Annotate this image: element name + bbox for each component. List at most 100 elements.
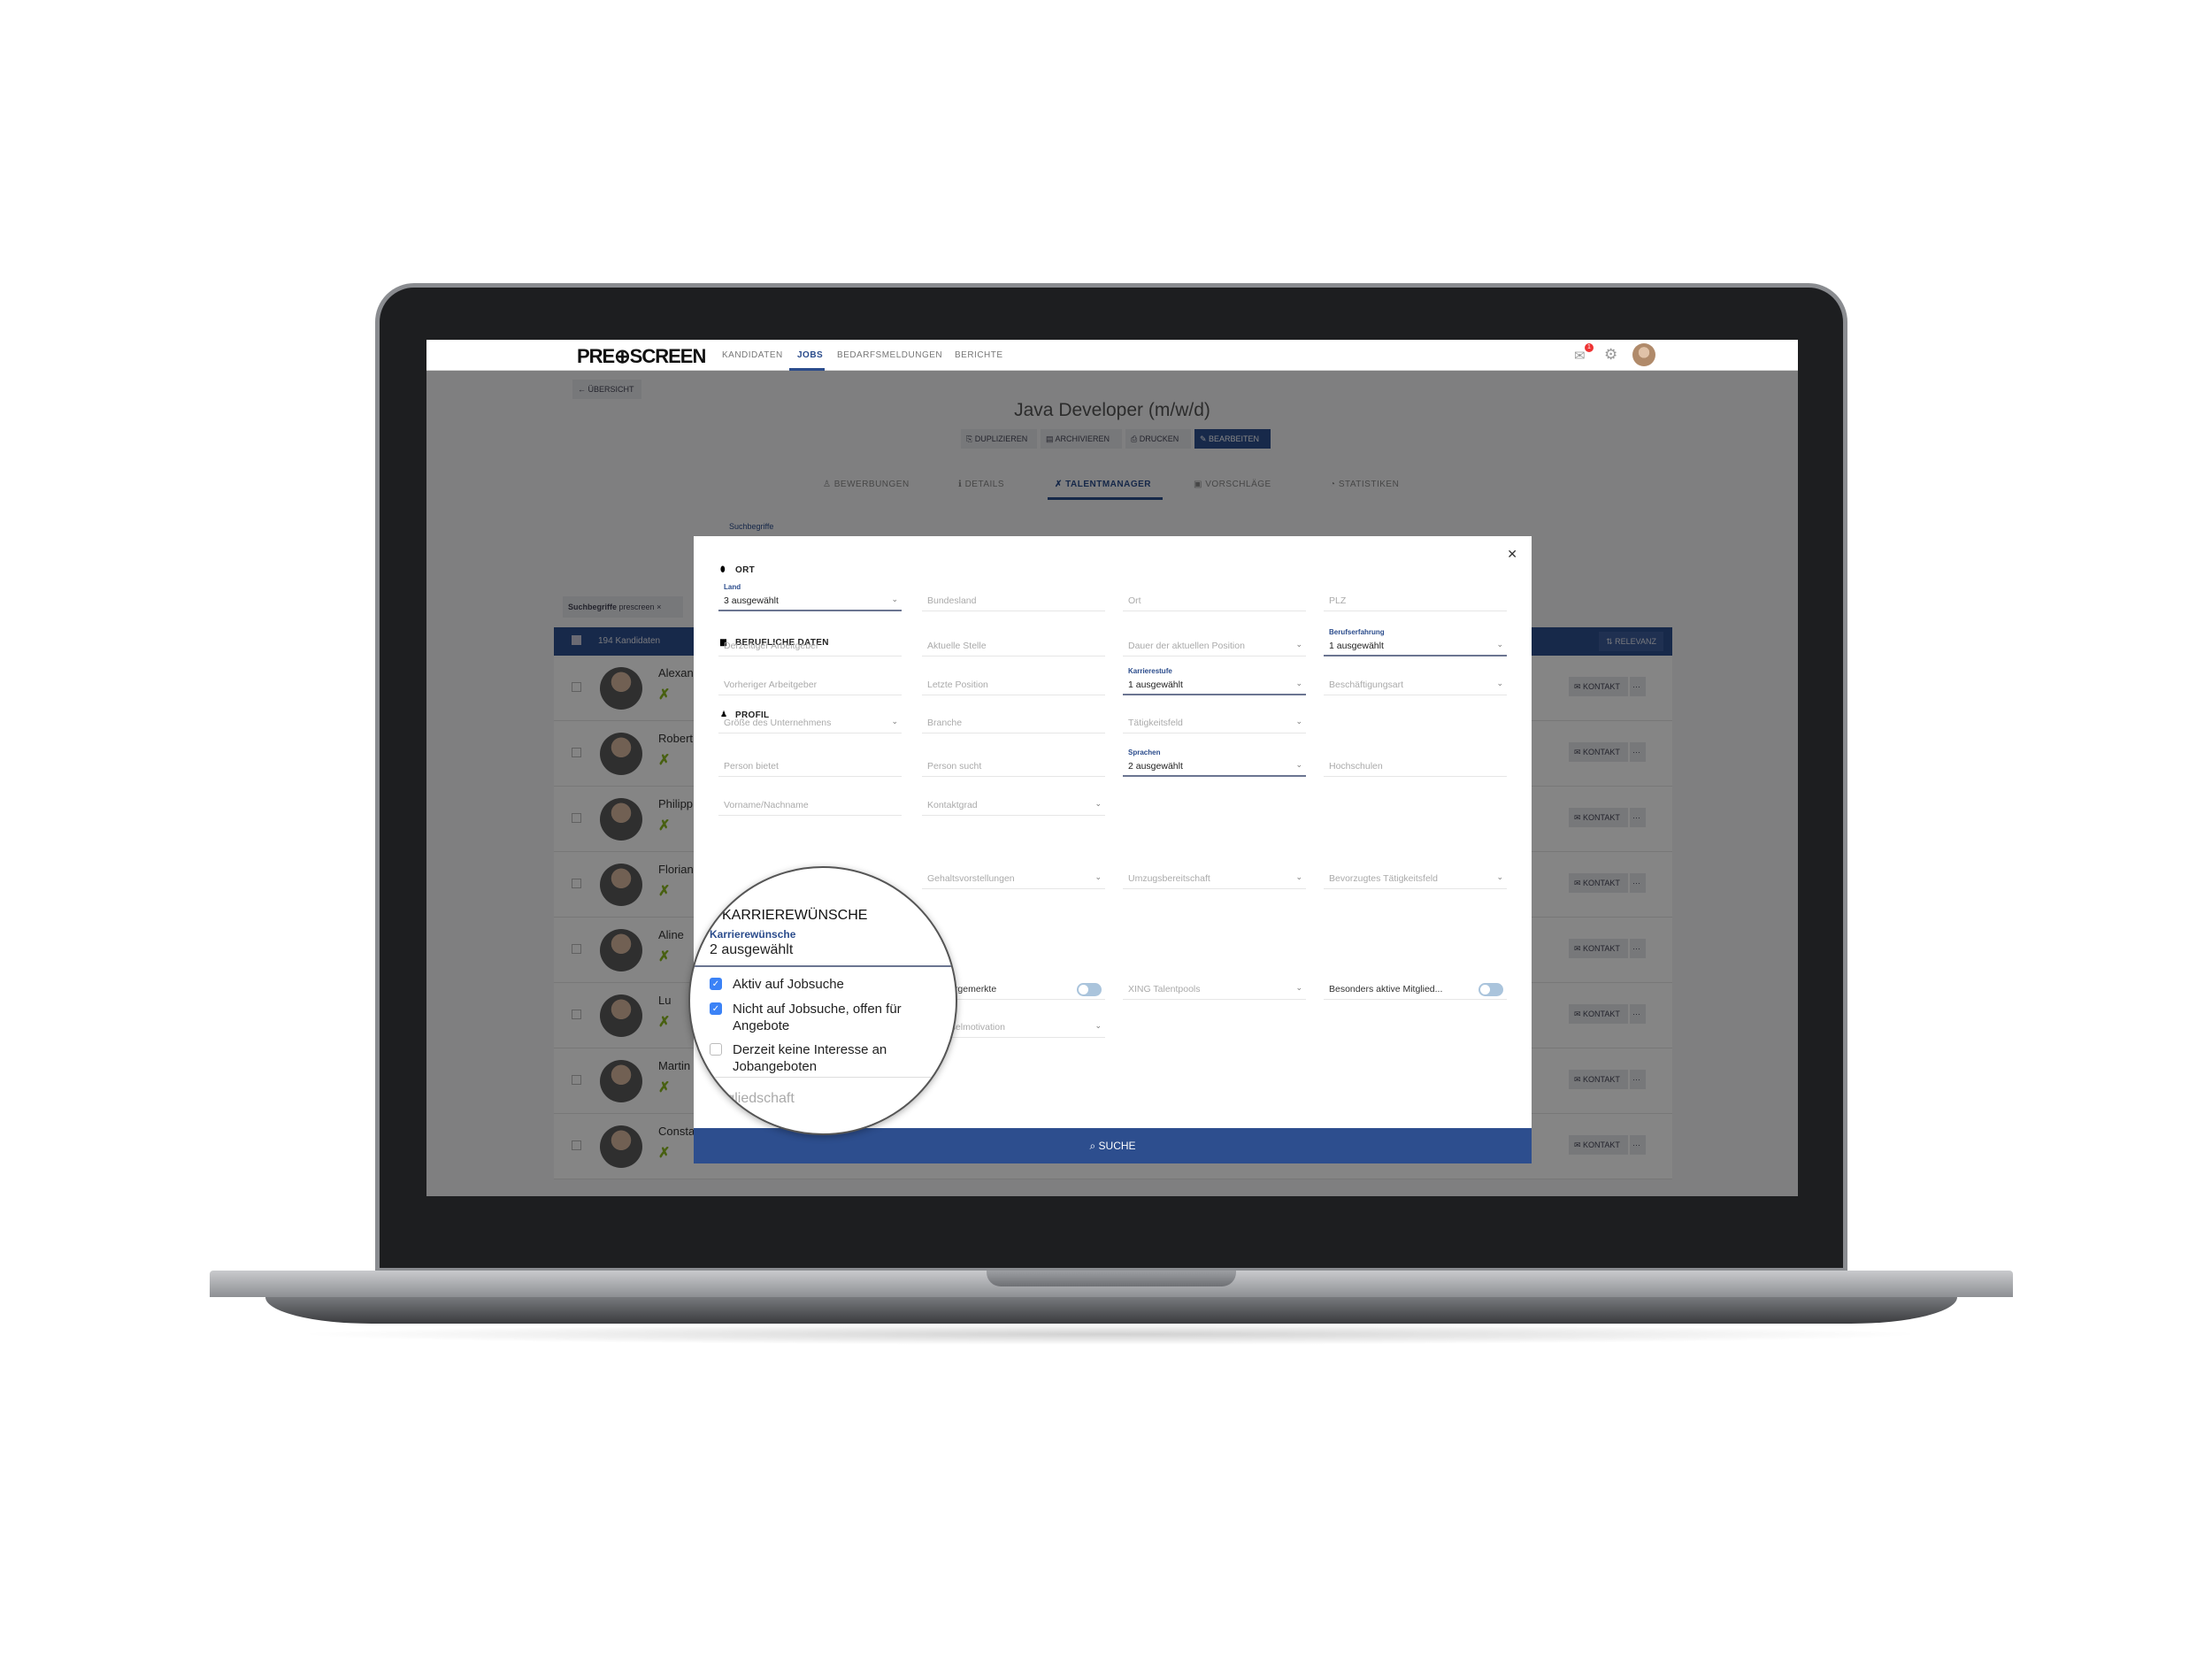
text-input[interactable]: Letzte Position [922, 676, 1105, 695]
candidate-name[interactable]: Florian [658, 863, 694, 876]
select-field[interactable]: Dauer der aktuellen Position ⌄ [1123, 637, 1306, 657]
field-value: Hochschulen [1329, 761, 1383, 772]
field-value: Ort [1128, 595, 1141, 606]
more-button[interactable]: ··· [1630, 677, 1646, 696]
action-button[interactable]: ⎙ DRUCKEN [1125, 429, 1191, 449]
more-button[interactable]: ··· [1630, 1070, 1646, 1089]
tab[interactable]: ▣ VORSCHLÄGE [1194, 480, 1271, 489]
row-checkbox[interactable] [572, 944, 581, 954]
checkbox[interactable]: ✓ [710, 978, 722, 990]
mail-icon[interactable]: ✉ [1574, 348, 1586, 364]
back-button[interactable]: ← ÜBERSICHT [572, 380, 641, 399]
action-button[interactable]: ✎ BEARBEITEN [1194, 429, 1271, 449]
candidate-name[interactable]: Robert [658, 732, 693, 745]
row-checkbox[interactable] [572, 1140, 581, 1150]
text-input[interactable]: Hochschulen [1324, 757, 1507, 777]
checkbox[interactable]: ✓ [710, 1002, 722, 1015]
text-input[interactable]: Vorname/Nachname [718, 796, 902, 816]
text-input[interactable]: Branche [922, 714, 1105, 733]
text-input[interactable]: Derzeitiger Arbeitgeber [718, 637, 902, 657]
select-field[interactable]: Gehaltsvorstellungen ⌄ [922, 870, 1105, 889]
toggle-field[interactable]: Besonders aktive Mitglied... [1324, 980, 1507, 1000]
contact-button[interactable]: ✉ KONTAKT [1569, 677, 1628, 696]
tab[interactable]: ✗ TALENTMANAGER [1055, 480, 1151, 489]
checkbox-label[interactable]: Nicht auf Jobsuche, offen für Angebote [733, 1001, 927, 1034]
gear-icon[interactable]: ⚙ [1604, 346, 1617, 364]
row-checkbox[interactable] [572, 879, 581, 888]
text-input[interactable]: Person sucht [922, 757, 1105, 777]
nav-jobs[interactable]: JOBS [797, 350, 823, 360]
text-input[interactable]: Vorheriger Arbeitgeber [718, 676, 902, 695]
contact-button[interactable]: ✉ KONTAKT [1569, 939, 1628, 958]
tab[interactable]: ℹ DETAILS [958, 480, 1004, 489]
text-input[interactable]: Aktuelle Stelle [922, 637, 1105, 657]
row-checkbox[interactable] [572, 1010, 581, 1019]
select-field[interactable]: Beschäftigungsart ⌄ [1324, 676, 1507, 695]
select-field[interactable]: 3 ausgewählt ⌄ [718, 592, 902, 611]
contact-button[interactable]: ✉ KONTAKT [1569, 808, 1628, 827]
search-chip[interactable]: Suchbegriffe prescreen × [563, 596, 683, 618]
laptop-base-bottom [265, 1297, 1957, 1324]
more-button[interactable]: ··· [1630, 939, 1646, 958]
candidate-name[interactable]: Philipp [658, 797, 693, 810]
select-field[interactable]: XING Talentpools ⌄ [1123, 980, 1306, 1000]
nav-berichte[interactable]: BERICHTE [955, 350, 1003, 360]
nav-bedarfsmeldungen[interactable]: BEDARFSMELDUNGEN [837, 350, 942, 360]
select-field[interactable]: 2 ausgewählt ⌄ [1123, 757, 1306, 777]
text-input[interactable]: Bundesland [922, 592, 1105, 611]
more-button[interactable]: ··· [1630, 1135, 1646, 1155]
checkbox-label[interactable]: Aktiv auf Jobsuche [733, 976, 927, 993]
text-input[interactable]: PLZ [1324, 592, 1507, 611]
row-checkbox[interactable] [572, 748, 581, 757]
contact-button[interactable]: ✉ KONTAKT [1569, 873, 1628, 893]
field-label: Karrierestufe [1128, 667, 1172, 675]
text-input[interactable]: Person bietet [718, 757, 902, 777]
row-checkbox[interactable] [572, 682, 581, 692]
more-button[interactable]: ··· [1630, 873, 1646, 893]
contact-button[interactable]: ✉ KONTAKT [1569, 1004, 1628, 1024]
chip-key: Suchbegriffe [568, 603, 618, 611]
select-all-checkbox[interactable] [572, 635, 581, 645]
karrierewuensche-select[interactable]: 2 ausgewählt [690, 942, 956, 967]
select-field[interactable]: Bevorzugtes Tätigkeitsfeld ⌄ [1324, 870, 1507, 889]
active-nav-indicator [789, 368, 825, 371]
logo[interactable]: PRE⊕SCREEN [577, 345, 706, 368]
text-input[interactable]: Ort [1123, 592, 1306, 611]
more-button[interactable]: ··· [1630, 1004, 1646, 1024]
row-checkbox[interactable] [572, 1075, 581, 1085]
select-field[interactable]: 1 ausgewählt ⌄ [1123, 676, 1306, 695]
select-field[interactable]: 1 ausgewählt ⌄ [1324, 637, 1507, 657]
contact-button[interactable]: ✉ KONTAKT [1569, 1070, 1628, 1089]
row-checkbox[interactable] [572, 813, 581, 823]
more-button[interactable]: ··· [1630, 808, 1646, 827]
checkbox-label[interactable]: Derzeit keine Interesse an Jobangeboten [733, 1041, 927, 1075]
select-field[interactable]: Tätigkeitsfeld ⌄ [1123, 714, 1306, 733]
mitgliedschaft-field[interactable]: Mitgliedschaft [708, 1091, 795, 1107]
close-button[interactable]: ✕ [1507, 547, 1517, 562]
candidate-name[interactable]: Lu [658, 994, 671, 1007]
contact-button[interactable]: ✉ KONTAKT [1569, 742, 1628, 762]
field-value: Bundesland [927, 595, 977, 606]
field-value: Kontaktgrad [927, 800, 978, 810]
candidate-name[interactable]: Alexan [658, 666, 694, 680]
candidate-name[interactable]: Consta [658, 1125, 695, 1138]
nav-kandidaten[interactable]: KANDIDATEN [722, 350, 783, 360]
select-field[interactable]: Kontaktgrad ⌄ [922, 796, 1105, 816]
select-field[interactable]: Umzugsbereitschaft ⌄ [1123, 870, 1306, 889]
tab[interactable]: ♙ BEWERBUNGEN [823, 480, 910, 489]
select-field[interactable]: Größe des Unternehmens ⌄ [718, 714, 902, 733]
close-icon[interactable]: × [657, 603, 661, 611]
candidate-name[interactable]: Martin [658, 1059, 690, 1072]
action-button[interactable]: ▤ ARCHIVIEREN [1041, 429, 1122, 449]
tab[interactable]: ◔ STATISTIKEN [1330, 480, 1399, 489]
more-button[interactable]: ··· [1630, 742, 1646, 762]
avatar[interactable] [1632, 343, 1655, 366]
contact-button[interactable]: ✉ KONTAKT [1569, 1135, 1628, 1155]
action-button[interactable]: ⎘ DUPLIZIEREN [961, 429, 1037, 449]
checkbox[interactable] [710, 1043, 722, 1056]
chevron-down-icon: ⌄ [1295, 717, 1302, 726]
sort-relevance-button[interactable]: ⇅ RELEVANZ [1599, 632, 1663, 651]
toggle-switch[interactable] [1077, 983, 1102, 996]
candidate-name[interactable]: Aline [658, 928, 684, 941]
toggle-switch[interactable] [1479, 983, 1503, 996]
